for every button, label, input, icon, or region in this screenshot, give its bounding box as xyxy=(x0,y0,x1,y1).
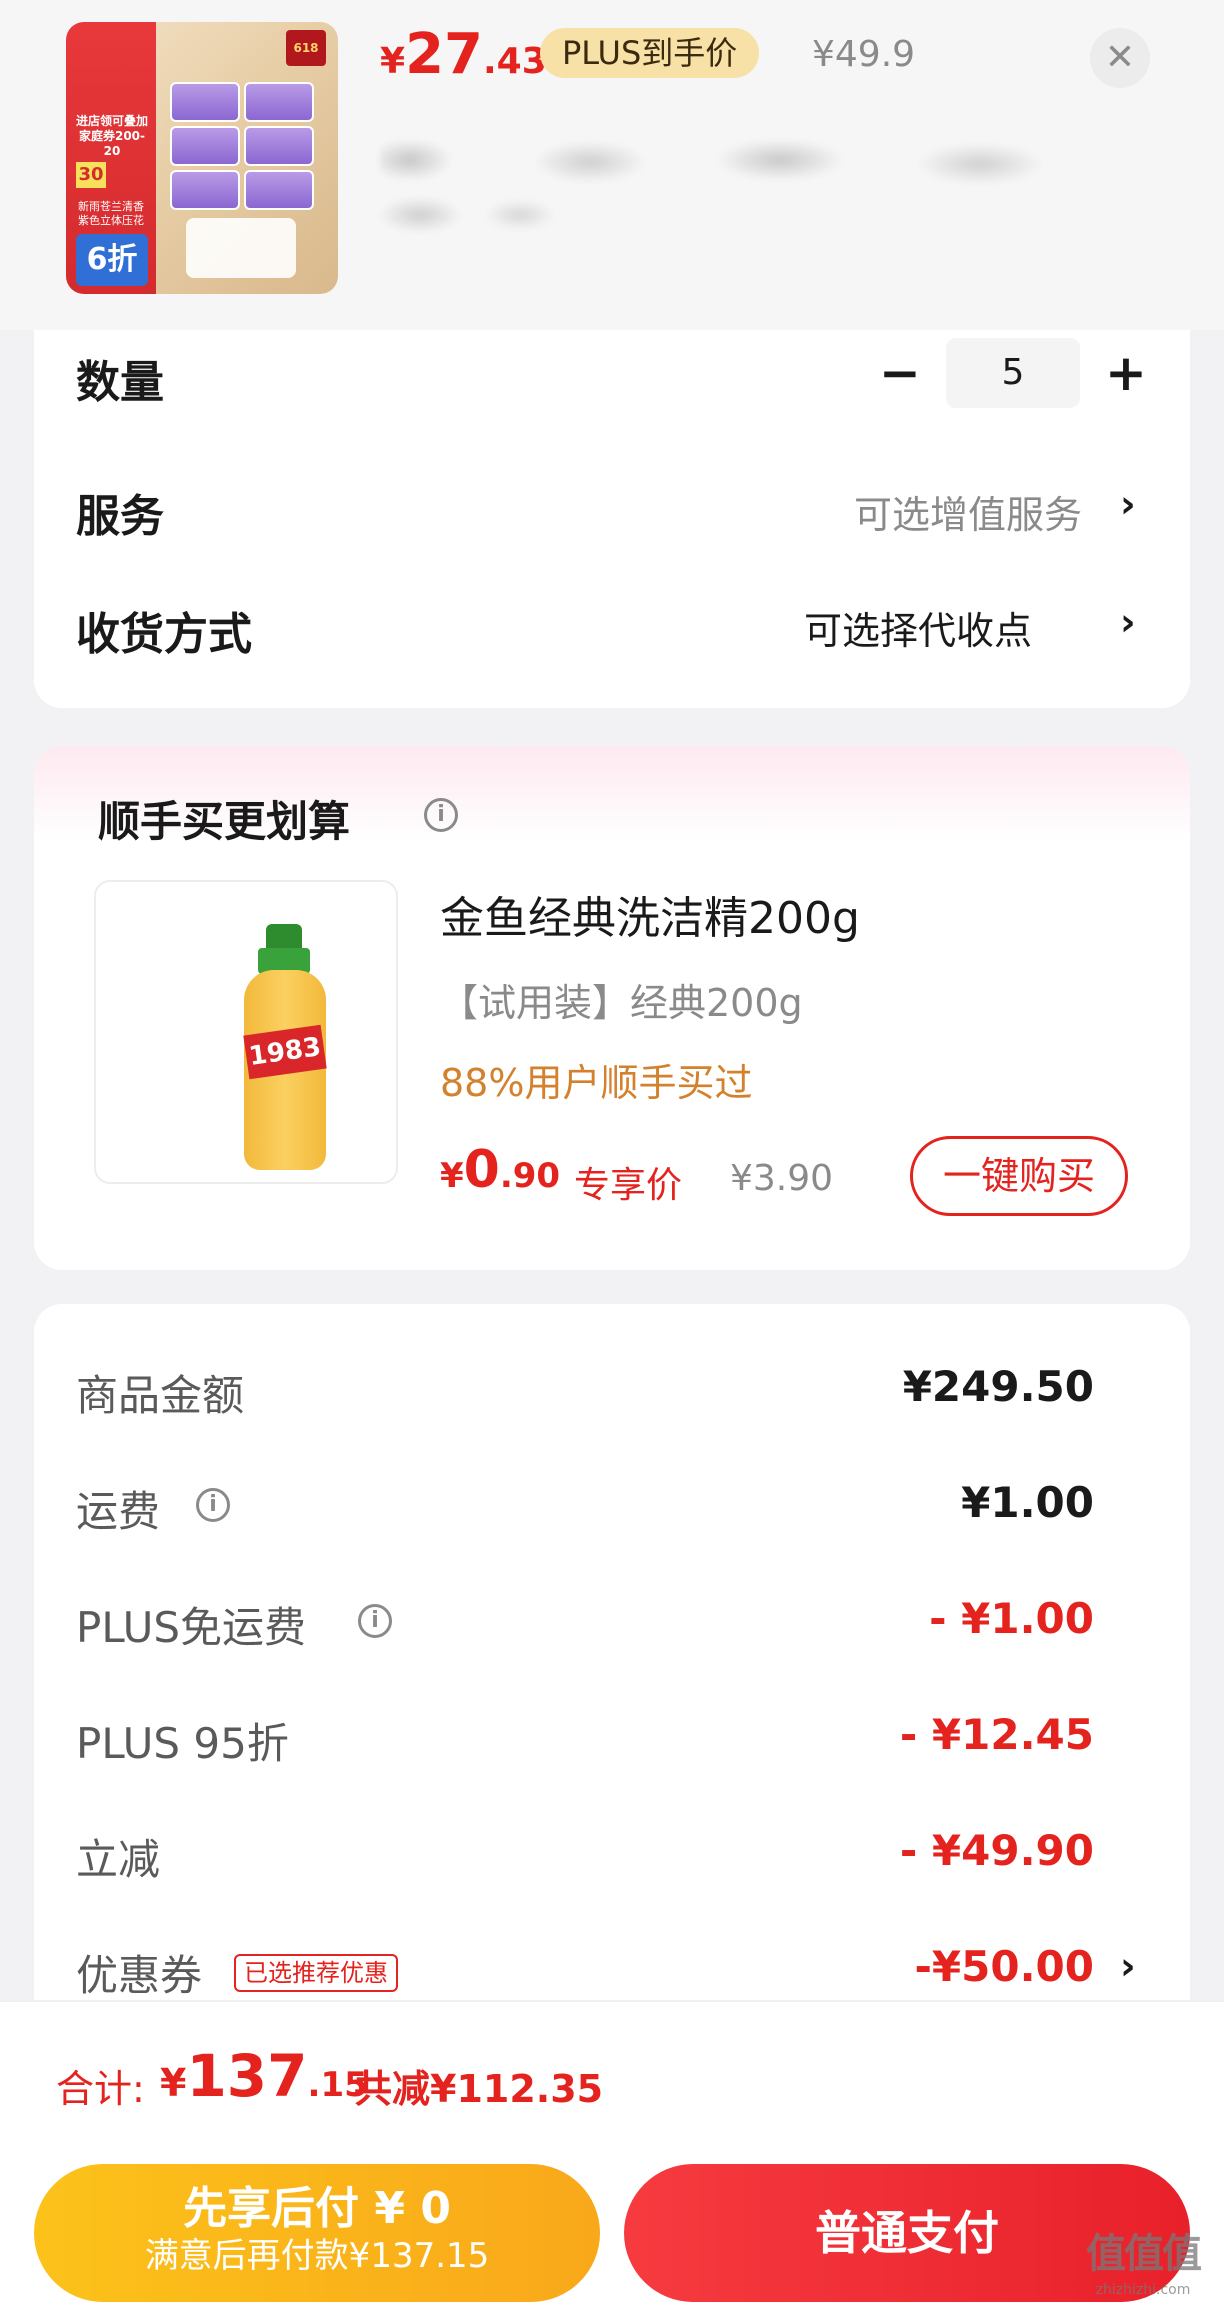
tissue-pack-graphic xyxy=(170,170,240,210)
price-currency: ¥ xyxy=(380,41,406,82)
addon-exclusive-label: 专享价 xyxy=(574,1165,683,1206)
thumb-discount-badge: 6折 xyxy=(76,234,148,286)
total-label: 合计: xyxy=(56,2067,145,2111)
blurred-product-title xyxy=(380,130,1160,240)
addon-original-price: ¥3.90 xyxy=(730,1158,834,1199)
product-thumbnail[interactable]: 进店领可叠加 家庭券200-20 30 新雨苍兰清香 紫色立体压花 6折 618 xyxy=(66,22,338,294)
breakdown-value-shipping: ¥1.00 xyxy=(961,1478,1094,1527)
close-button[interactable]: ✕ xyxy=(1090,28,1150,88)
service-value: 可选增值服务 xyxy=(854,493,1083,537)
delivery-label: 收货方式 xyxy=(76,609,252,660)
service-row[interactable]: 服务 可选增值服务 › xyxy=(34,472,1190,552)
delivery-method-row[interactable]: 收货方式 可选择代收点 › xyxy=(34,590,1190,670)
info-icon[interactable]: i xyxy=(358,1604,392,1638)
coupon-recommended-tag: 已选推荐优惠 xyxy=(234,1954,398,1992)
chevron-right-icon: › xyxy=(1120,482,1136,526)
pay-later-button[interactable]: 先享后付 ¥ 0 满意后再付款¥137.15 xyxy=(34,2164,600,2302)
pay-later-subtitle: 满意后再付款¥137.15 xyxy=(144,2236,490,2276)
chevron-right-icon: › xyxy=(1120,1944,1136,1988)
watermark-url: zhizhizhi.com xyxy=(1095,2282,1191,2298)
coupon-row[interactable]: 优惠券 -¥50.00 › xyxy=(34,1930,1190,2004)
tissue-pack-graphic xyxy=(244,82,314,122)
addon-price-decimal: .90 xyxy=(499,1156,561,1196)
service-label: 服务 xyxy=(76,491,164,542)
thumb-promo-text: 进店领可叠加 家庭券200-20 xyxy=(76,114,149,158)
pay-later-title: 先享后付 ¥ 0 xyxy=(183,2183,451,2234)
tissue-sheet-graphic xyxy=(186,218,296,278)
info-icon[interactable]: i xyxy=(424,798,458,832)
price-decimal: .43 xyxy=(483,41,547,82)
addon-price-integer: 0 xyxy=(463,1140,500,1200)
thumb-618-badge: 618 xyxy=(286,30,326,66)
breakdown-label-plus-discount: PLUS 95折 xyxy=(76,1719,289,1768)
breakdown-value-plus-free-shipping: - ¥1.00 xyxy=(929,1594,1094,1643)
breakdown-label-shipping: 运费 xyxy=(76,1487,161,1536)
plus-icon: + xyxy=(1105,344,1147,402)
addon-product-image[interactable]: 1983 xyxy=(94,880,398,1184)
quantity-input[interactable] xyxy=(946,338,1080,408)
tissue-pack-graphic xyxy=(170,126,240,166)
breakdown-value-subtotal: ¥249.50 xyxy=(902,1362,1094,1411)
addon-price: ¥0.90 xyxy=(440,1140,560,1200)
breakdown-value-plus-discount: - ¥12.45 xyxy=(899,1710,1094,1759)
breakdown-value-coupon: -¥50.00 xyxy=(914,1942,1094,1991)
total-currency: ¥ xyxy=(160,2061,187,2105)
addon-bought-rate: 88%用户顺手买过 xyxy=(440,1061,753,1105)
plus-price-badge: PLUS到手价 xyxy=(540,28,760,78)
breakdown-label-coupon: 优惠券 xyxy=(76,1951,203,2000)
breakdown-label-subtotal: 商品金额 xyxy=(76,1371,245,1420)
thumb-promo-sub: 新雨苍兰清香 紫色立体压花 xyxy=(78,200,144,227)
close-icon: ✕ xyxy=(1104,37,1136,78)
total-saved: 共减¥112.35 xyxy=(354,2067,604,2111)
price-integer: 27 xyxy=(405,22,483,87)
tissue-pack-graphic xyxy=(170,82,240,122)
tissue-pack-graphic xyxy=(244,126,314,166)
quantity-decrease-button[interactable]: − xyxy=(870,338,930,408)
chevron-right-icon: › xyxy=(1120,600,1136,644)
total-integer: 137 xyxy=(186,2042,308,2110)
total-price: ¥137.15 xyxy=(160,2042,368,2110)
site-watermark: 值值值 zhizhizhi.com xyxy=(1068,2228,1218,2314)
breakdown-label-plus-free-shipping: PLUS免运费 xyxy=(76,1603,307,1652)
thumb-promo-band: 进店领可叠加 家庭券200-20 30 新雨苍兰清香 紫色立体压花 6折 xyxy=(66,22,156,294)
addon-product-spec: 【试用装】经典200g xyxy=(440,981,803,1025)
minus-icon: − xyxy=(879,344,921,402)
addon-section-title: 顺手买更划算 xyxy=(98,797,351,846)
addon-price-currency: ¥ xyxy=(440,1156,464,1196)
breakdown-value-instant-reduction: - ¥49.90 xyxy=(899,1826,1094,1875)
delivery-value: 可选择代收点 xyxy=(804,609,1033,653)
thumb-promo-number: 30 xyxy=(76,162,106,188)
breakdown-label-instant-reduction: 立减 xyxy=(76,1835,161,1884)
tissue-pack-graphic xyxy=(244,170,314,210)
watermark-logo: 值值值 xyxy=(1086,2231,1202,2277)
one-click-buy-button[interactable]: 一键购买 xyxy=(910,1136,1128,1216)
info-icon[interactable]: i xyxy=(196,1488,230,1522)
quantity-increase-button[interactable]: + xyxy=(1096,338,1156,408)
product-price: ¥27.43 xyxy=(380,22,547,87)
addon-product-name[interactable]: 金鱼经典洗洁精200g xyxy=(440,882,860,946)
original-price: ¥49.9 xyxy=(812,34,916,75)
quantity-label: 数量 xyxy=(76,357,164,408)
